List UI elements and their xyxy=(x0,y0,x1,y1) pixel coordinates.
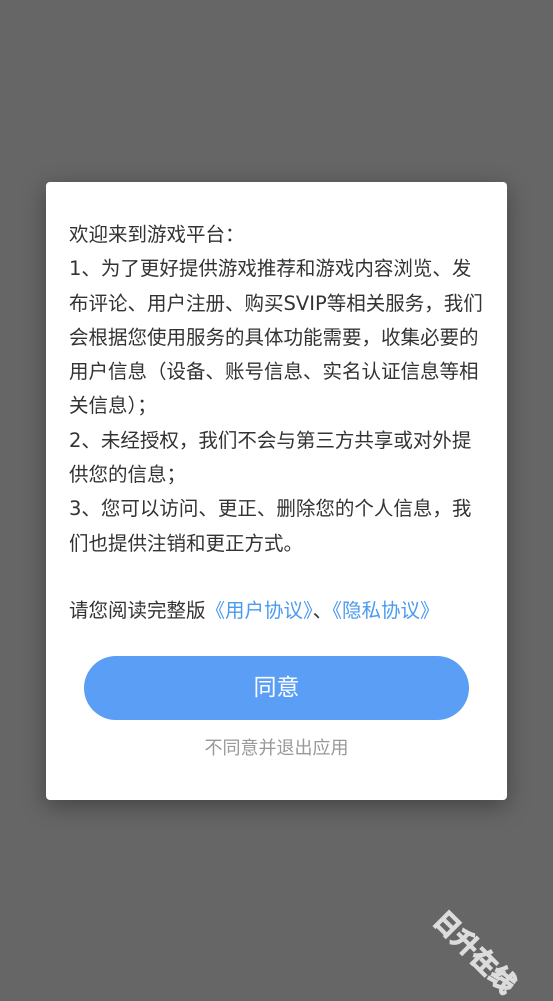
dialog-content: 欢迎来到游戏平台： 1、为了更好提供游戏推荐和游戏内容浏览、发布评论、用户注册、… xyxy=(69,218,487,561)
intro-text: 欢迎来到游戏平台： xyxy=(69,223,245,246)
disagree-exit-button[interactable]: 不同意并退出应用 xyxy=(46,734,507,764)
link-separator: 、 xyxy=(312,599,333,622)
agreement-links-line: 请您阅读完整版《用户协议》、《隐私协议》 xyxy=(69,594,440,628)
policy-item-1: 1、为了更好提供游戏推荐和游戏内容浏览、发布评论、用户注册、购买SVIP等相关服… xyxy=(69,257,483,418)
watermark-logo: 日升在线 xyxy=(427,905,523,1001)
read-prompt: 请您阅读完整版 xyxy=(69,599,206,622)
agree-button[interactable]: 同意 xyxy=(84,656,469,720)
policy-item-2: 2、未经授权，我们不会与第三方共享或对外提供您的信息； xyxy=(69,428,472,487)
user-agreement-link[interactable]: 《用户协议》 xyxy=(206,599,313,622)
policy-item-3: 3、您可以访问、更正、删除您的个人信息，我们也提供注销和更正方式。 xyxy=(69,497,472,555)
privacy-policy-link[interactable]: 《隐私协议》 xyxy=(332,599,439,622)
privacy-consent-dialog: 欢迎来到游戏平台： 1、为了更好提供游戏推荐和游戏内容浏览、发布评论、用户注册、… xyxy=(46,182,507,800)
